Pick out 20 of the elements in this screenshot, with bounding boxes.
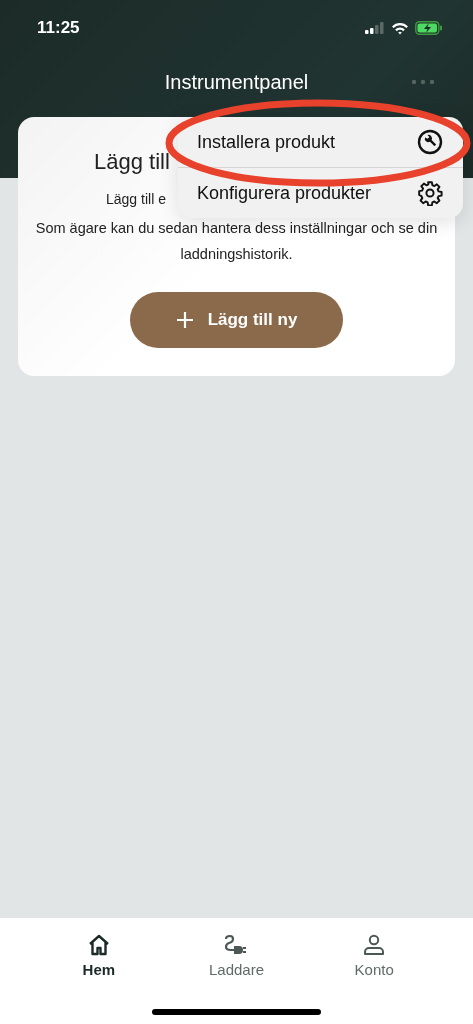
wifi-icon [391,21,409,35]
home-icon [87,934,110,956]
more-icon[interactable] [411,79,435,85]
add-new-button[interactable]: Lägg till ny [130,292,343,348]
battery-charging-icon [415,21,443,35]
signal-icon [365,22,385,34]
menu-item[interactable]: Installera produkt [178,117,463,167]
card-description: Som ägare kan du sedan hantera dess inställningar och se din laddningshistorik. [34,219,439,264]
tab[interactable]: Laddare [186,918,287,1024]
status-time: 11:25 [37,18,80,38]
menu-item[interactable]: Konfigurera produkter [178,167,463,218]
card-text: Lägg till e [106,191,166,207]
tab[interactable]: Hem [48,918,149,1024]
wrench-icon [417,129,443,155]
person-icon [363,934,386,956]
card-title: Lägg till [94,149,170,175]
gear-icon [417,180,443,206]
plus-icon [175,311,194,329]
tab[interactable]: Konto [324,918,425,1024]
page-title: Instrumentpanel [164,70,309,94]
